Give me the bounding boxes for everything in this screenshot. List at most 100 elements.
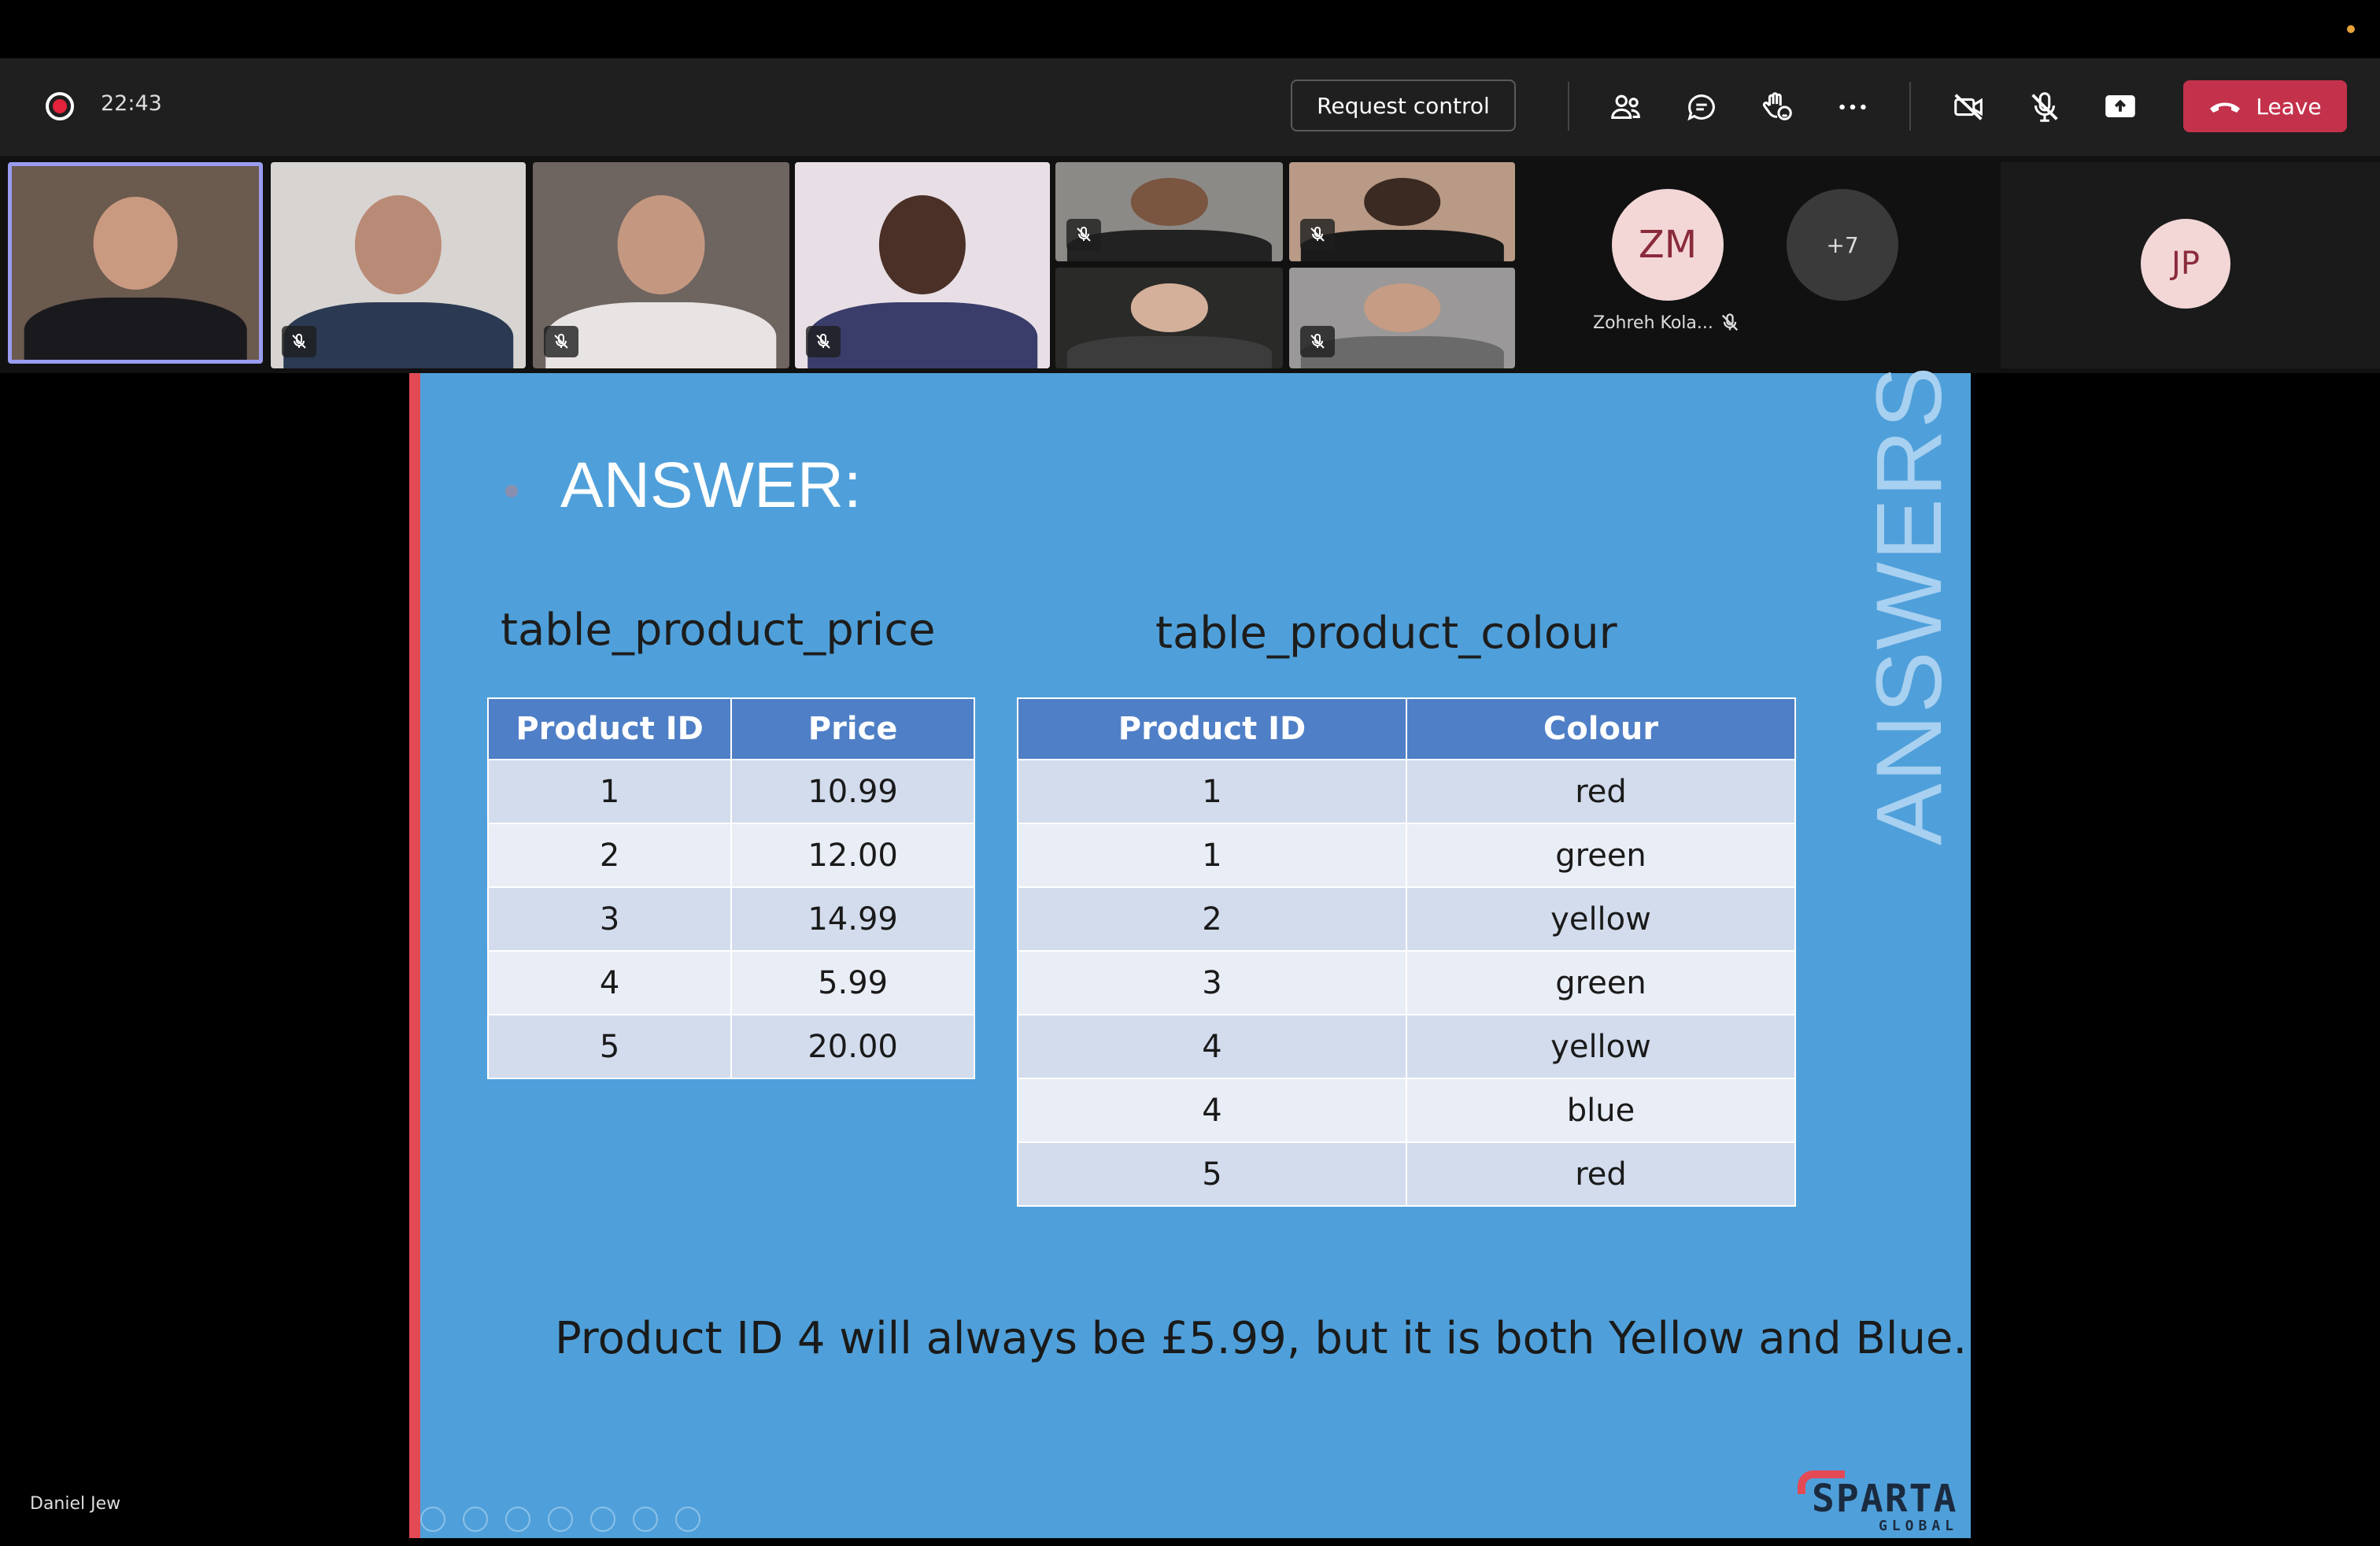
table-row: 1 green <box>1016 823 1796 888</box>
table-cell: 2 <box>1016 886 1408 952</box>
table-cell: 4 <box>1016 1078 1408 1143</box>
table-header-cell: Product ID <box>1016 697 1408 760</box>
slide-controls <box>420 1507 700 1532</box>
muted-icon <box>1300 219 1335 250</box>
chat-icon[interactable] <box>1681 87 1722 128</box>
more-participants-button[interactable]: +7 <box>1787 189 1898 301</box>
table-cell: 5 <box>1016 1141 1408 1207</box>
participant-video <box>1363 178 1441 226</box>
table-title-colour: table_product_colour <box>1155 608 1617 659</box>
table-cell: 14.99 <box>730 886 975 952</box>
participant-video <box>808 302 1037 368</box>
table-row: 4 5.99 <box>486 950 975 1015</box>
table-cell: 2 <box>486 823 733 888</box>
phone-hangup-icon <box>2210 102 2241 113</box>
participant-video <box>545 302 777 368</box>
table-product-colour: Product ID Colour 1 red 1 green 2 yellow 3g… <box>1016 697 1796 1207</box>
table-row: 3 14.99 <box>486 886 975 952</box>
muted-icon <box>806 326 841 357</box>
table-cell: red <box>1406 1141 1796 1207</box>
participant-video <box>1066 336 1272 368</box>
video-tile[interactable] <box>1289 268 1515 368</box>
participant-video <box>283 302 513 368</box>
muted-icon <box>1721 313 1739 331</box>
table-cell: 5.99 <box>730 950 975 1015</box>
reactions-icon[interactable] <box>1757 87 1798 128</box>
slide-side-label: ANSWERS <box>1857 364 1961 845</box>
meeting-toolbar: 22:43 Request control Leave <box>0 58 2380 156</box>
table-cell: blue <box>1406 1078 1796 1143</box>
logo-main-text: SPARTA <box>1812 1477 1958 1521</box>
slide-accent-bar <box>409 373 420 1538</box>
zoom-icon[interactable] <box>590 1507 615 1532</box>
leave-label: Leave <box>2256 93 2322 120</box>
next-slide-icon[interactable] <box>463 1507 488 1532</box>
table-cell: 3 <box>1016 950 1408 1015</box>
slides-grid-icon[interactable] <box>548 1507 573 1532</box>
slide-heading: ANSWER: <box>560 449 862 521</box>
participant-video <box>24 298 247 360</box>
table-product-price: Product ID Price 1 10.99 2 12.00 3 14.99 45… <box>486 697 975 1079</box>
meeting-timer: 22:43 <box>101 91 162 116</box>
table-cell: yellow <box>1406 1014 1796 1079</box>
video-tile[interactable] <box>533 162 789 368</box>
slide-summary: Product ID 4 will always be £5.99, but i… <box>555 1313 1968 1364</box>
video-tile[interactable] <box>1055 162 1283 261</box>
table-row: 3 green <box>1016 950 1796 1015</box>
table-row: 5 red <box>1016 1141 1796 1207</box>
request-control-button[interactable]: Request control <box>1291 80 1516 131</box>
avatar-zm[interactable]: ZM <box>1612 189 1724 301</box>
notification-dot <box>2347 25 2355 33</box>
video-tile[interactable] <box>795 162 1050 368</box>
muted-icon <box>1300 326 1335 357</box>
video-tile-active-speaker[interactable] <box>8 162 263 364</box>
recording-icon <box>46 92 74 120</box>
video-tile[interactable] <box>271 162 526 368</box>
table-cell: 4 <box>486 950 733 1015</box>
participant-video <box>617 194 705 294</box>
table-cell: 5 <box>486 1014 733 1079</box>
bullet-dot <box>505 485 518 497</box>
table-row: 5 20.00 <box>486 1014 975 1079</box>
table-cell: 4 <box>1016 1014 1408 1079</box>
participant-video <box>1130 283 1208 332</box>
sparta-global-logo: SPARTA GLOBAL <box>1798 1470 1964 1535</box>
table-header-cell: Colour <box>1406 697 1796 760</box>
muted-icon <box>282 326 316 357</box>
participants-icon[interactable] <box>1606 87 1646 128</box>
table-cell: yellow <box>1406 886 1796 952</box>
video-tile[interactable] <box>1055 268 1283 368</box>
logo-sub-text: GLOBAL <box>1878 1518 1958 1534</box>
video-tile[interactable] <box>1289 162 1515 261</box>
table-cell: red <box>1406 759 1796 824</box>
table-row: 2 12.00 <box>486 823 975 888</box>
participant-name: Zohreh Kola... <box>1593 313 1713 333</box>
participant-video <box>354 194 442 294</box>
camera-off-icon[interactable] <box>1949 87 1990 128</box>
pointer-icon[interactable] <box>633 1507 658 1532</box>
table-cell: 10.99 <box>730 759 975 824</box>
table-cell: 12.00 <box>730 823 975 888</box>
table-row: 1 red <box>1016 759 1796 824</box>
avatar-jp[interactable]: JP <box>2141 219 2230 309</box>
pen-icon[interactable] <box>505 1507 530 1532</box>
table-cell: 1 <box>1016 759 1408 824</box>
muted-icon <box>1066 219 1101 250</box>
more-options-icon[interactable] <box>1832 87 1873 128</box>
mic-off-icon[interactable] <box>2024 87 2065 128</box>
toolbar-divider <box>1909 82 1911 131</box>
table-row: 1 10.99 <box>486 759 975 824</box>
participant-video <box>1130 178 1208 226</box>
previous-slide-icon[interactable] <box>420 1507 445 1532</box>
table-row: 2 yellow <box>1016 886 1796 952</box>
table-header-cell: Price <box>730 697 975 760</box>
more-icon[interactable] <box>675 1507 700 1532</box>
table-cell: 20.00 <box>730 1014 975 1079</box>
leave-button[interactable]: Leave <box>2183 80 2347 132</box>
table-cell: green <box>1406 950 1796 1015</box>
share-screen-icon[interactable] <box>2100 87 2141 128</box>
presentation-slide: ANSWER: ANSWERS table_product_price tabl… <box>409 364 1971 1538</box>
table-cell: 3 <box>486 886 733 952</box>
presenter-name-label: Daniel Jew <box>30 1494 121 1514</box>
toolbar-divider <box>1568 82 1569 131</box>
